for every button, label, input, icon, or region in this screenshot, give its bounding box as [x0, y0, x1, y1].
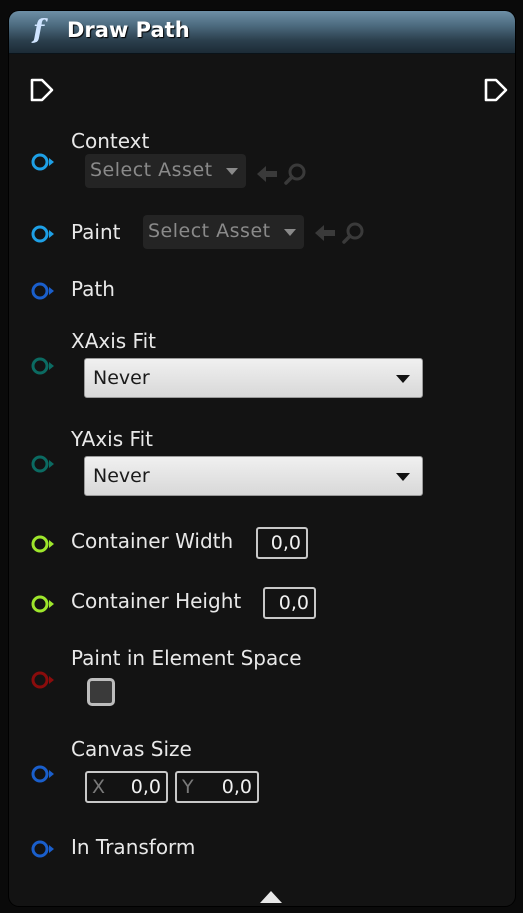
chevron-down-icon — [396, 473, 410, 481]
chevron-down-icon — [226, 168, 238, 175]
exec-in-icon[interactable] — [29, 77, 55, 103]
in-transform-pin-icon[interactable] — [30, 839, 56, 859]
left-arrow-icon[interactable] — [313, 223, 337, 243]
paint-asset-picker[interactable]: Select Asset — [143, 215, 304, 249]
xaxis-fit-pin-icon[interactable] — [30, 356, 56, 376]
container-width-label: Container Width — [71, 529, 234, 553]
node-title: Draw Path — [67, 18, 190, 42]
container-height-label: Container Height — [71, 589, 242, 613]
left-arrow-icon[interactable] — [255, 164, 279, 184]
node-header[interactable]: f Draw Path — [9, 11, 515, 54]
yaxis-fit-pin-icon[interactable] — [30, 454, 56, 474]
container-height-pin-icon[interactable] — [30, 594, 56, 614]
context-asset-picker[interactable]: Select Asset — [85, 154, 246, 188]
in-transform-label: In Transform — [71, 835, 196, 859]
xaxis-fit-dropdown[interactable]: Never — [84, 358, 423, 398]
canvas-size-label: Canvas Size — [71, 737, 192, 761]
paint-in-element-space-checkbox[interactable] — [87, 678, 115, 706]
search-icon[interactable] — [341, 221, 367, 245]
paint-in-element-space-label: Paint in Element Space — [71, 646, 302, 670]
paint-label: Paint — [71, 220, 121, 244]
path-label: Path — [71, 277, 115, 301]
path-pin-icon[interactable] — [30, 281, 56, 301]
paint-in-element-space-pin-icon[interactable] — [30, 670, 56, 690]
search-icon[interactable] — [283, 162, 309, 186]
draw-path-node[interactable]: f Draw Path Context Select Asset Paint S… — [9, 11, 515, 906]
container-height-input[interactable]: 0,0 — [263, 587, 316, 619]
context-pin-icon[interactable] — [30, 152, 56, 172]
container-width-input[interactable]: 0,0 — [256, 527, 308, 559]
container-width-pin-icon[interactable] — [30, 534, 56, 554]
yaxis-fit-dropdown[interactable]: Never — [84, 456, 423, 496]
canvas-size-x-input[interactable]: X 0,0 — [85, 771, 168, 803]
collapse-arrow-icon[interactable] — [260, 891, 282, 903]
exec-out-icon[interactable] — [483, 77, 509, 103]
canvas-size-pin-icon[interactable] — [30, 764, 56, 784]
yaxis-fit-label: YAxis Fit — [71, 427, 153, 451]
xaxis-fit-label: XAxis Fit — [71, 329, 156, 353]
chevron-down-icon — [396, 375, 410, 383]
function-icon: f — [33, 15, 45, 45]
canvas-size-y-input[interactable]: Y 0,0 — [175, 771, 259, 803]
chevron-down-icon — [284, 229, 296, 236]
context-label: Context — [71, 129, 150, 153]
paint-pin-icon[interactable] — [30, 224, 56, 244]
